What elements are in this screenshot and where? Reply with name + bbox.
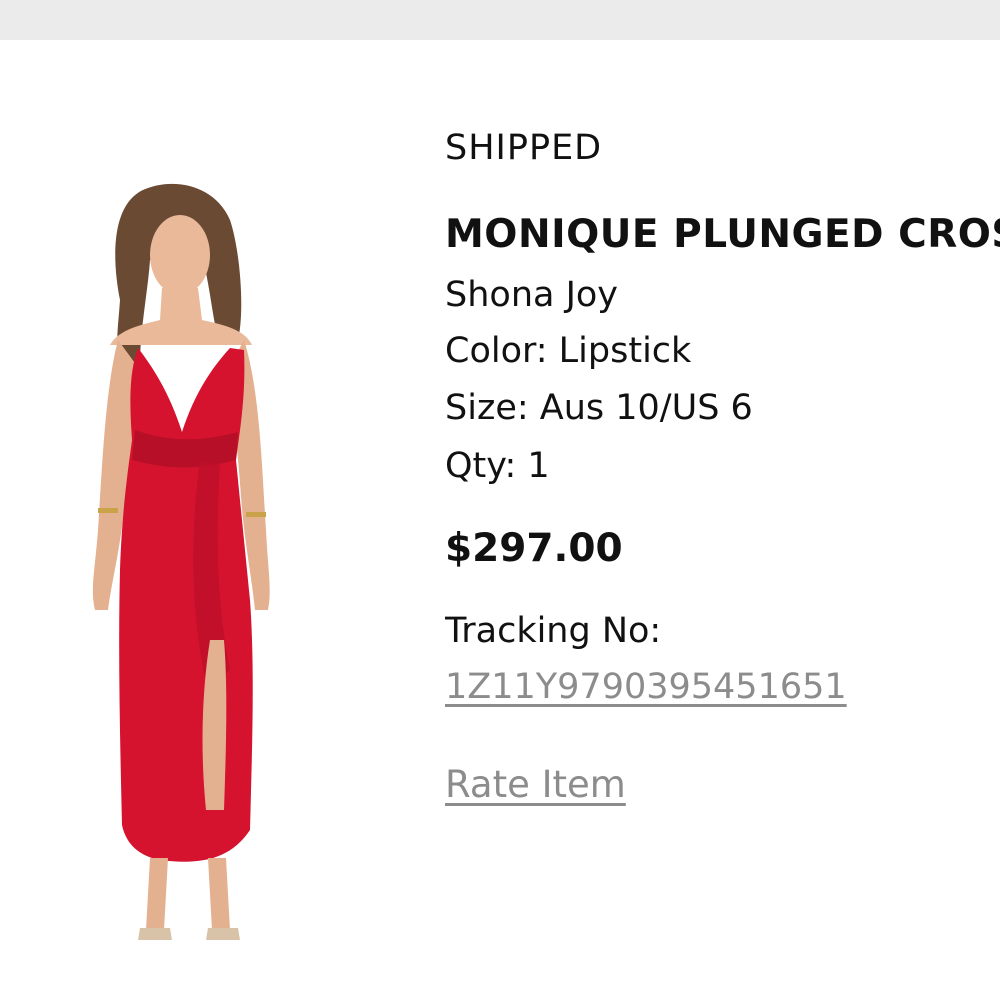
rate-item-link[interactable]: Rate Item — [445, 763, 626, 806]
product-image[interactable] — [40, 170, 340, 960]
product-brand: Shona Joy — [445, 275, 619, 315]
tracking-number-link[interactable]: 1Z11Y9790395451651 — [445, 667, 847, 707]
product-price: $297.00 — [445, 526, 623, 571]
product-size: Size: Aus 10/US 6 — [445, 388, 753, 428]
product-color: Color: Lipstick — [445, 331, 692, 371]
shipping-status: SHIPPED — [445, 128, 603, 168]
order-item-details: SHIPPED MONIQUE PLUNGED CROSS FRONT DRES… — [445, 0, 1000, 1000]
tracking-label: Tracking No: — [445, 611, 662, 651]
product-quantity: Qty: 1 — [445, 446, 550, 486]
product-title[interactable]: MONIQUE PLUNGED CROSS FRONT DRESS — [445, 212, 1000, 257]
